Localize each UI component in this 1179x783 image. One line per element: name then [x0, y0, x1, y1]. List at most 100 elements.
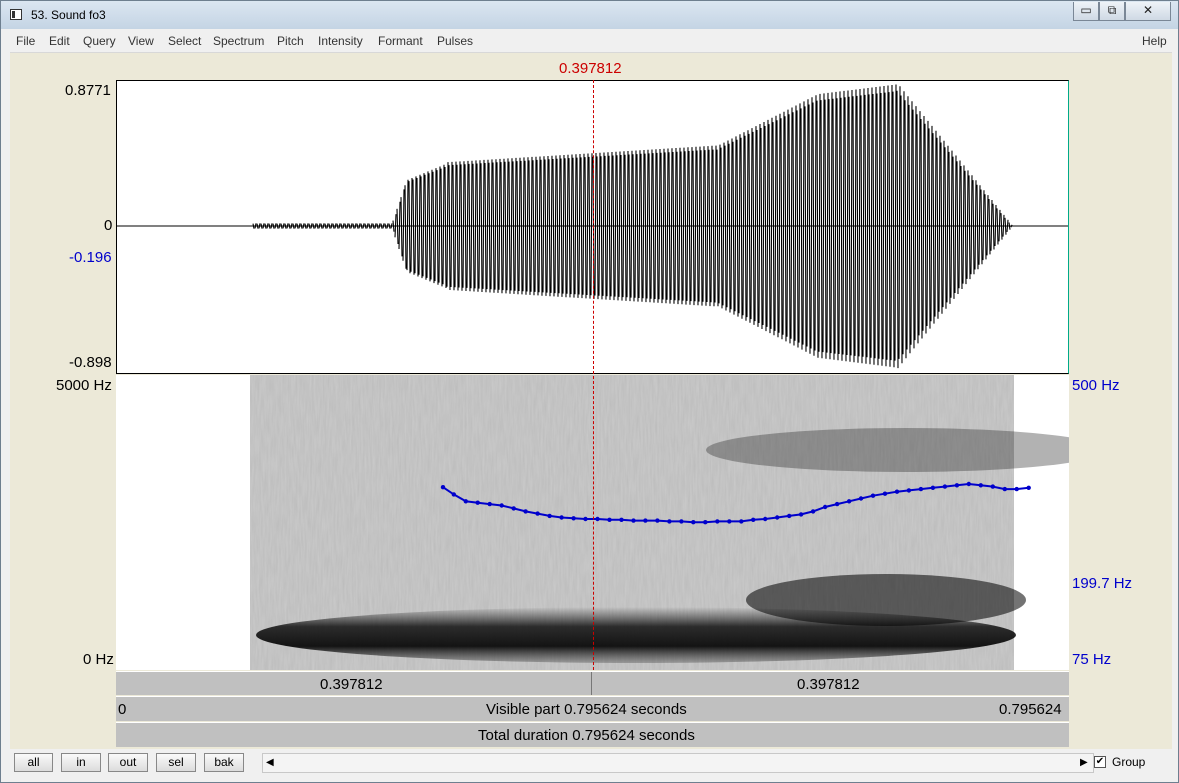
checkmark-icon: ✔: [1095, 756, 1105, 767]
pitch-point: [619, 517, 624, 522]
pitch-point: [499, 503, 504, 508]
menu-edit[interactable]: Edit: [49, 34, 70, 48]
pitch-point: [918, 486, 924, 492]
pitch-point: [463, 499, 468, 504]
window-title: 53. Sound fo3: [31, 8, 106, 22]
pitch-point: [966, 481, 971, 487]
minimize-button[interactable]: ▭: [1073, 2, 1099, 21]
close-button[interactable]: ✕: [1125, 2, 1171, 21]
pitch-min-label: 75 Hz: [1072, 651, 1112, 668]
pitch-point: [523, 509, 528, 514]
pitch-point: [691, 520, 696, 525]
scroll-right-icon[interactable]: ▶: [1080, 757, 1088, 768]
menu-pulses[interactable]: Pulses: [437, 34, 473, 48]
spectrogram-f1-energy: [746, 574, 1026, 626]
pitch-point: [607, 517, 612, 522]
left-half-duration: 0.397812: [320, 676, 383, 693]
menu-help[interactable]: Help: [1142, 34, 1167, 48]
cursor-time-bar[interactable]: 0.397812 0.397812: [116, 671, 1069, 695]
pitch-point: [763, 516, 768, 522]
praat-window-icon: [10, 9, 22, 20]
pitch-point: [870, 493, 876, 498]
pitch-point: [751, 517, 756, 522]
cursor-time-label: 0.397812: [559, 60, 622, 77]
pitch-point: [475, 500, 480, 505]
pitch-point: [487, 501, 492, 507]
menu-formant[interactable]: Formant: [378, 34, 423, 48]
pitch-point: [559, 515, 564, 520]
maximize-button[interactable]: ⧉: [1099, 2, 1125, 21]
visible-part-label: Visible part 0.795624 seconds: [486, 701, 687, 718]
pitch-point: [703, 520, 708, 525]
visible-end-time: 0.795624: [999, 701, 1062, 718]
pitch-point: [810, 509, 816, 514]
menu-spectrum[interactable]: Spectrum: [213, 34, 264, 48]
menu-pitch[interactable]: Pitch: [277, 34, 304, 48]
pitch-point: [451, 492, 456, 497]
pitch-point: [990, 484, 995, 489]
waveform-zero-label: 0: [104, 217, 113, 234]
pitch-point: [643, 518, 648, 523]
pitch-point: [1026, 485, 1031, 490]
pitch-point: [667, 519, 672, 524]
pitch-point: [846, 499, 852, 504]
zoom-all-button[interactable]: all: [14, 753, 53, 772]
menu-file[interactable]: File: [16, 34, 35, 48]
pitch-point: [739, 519, 744, 524]
pitch-cursor-label: 199.7 Hz: [1072, 575, 1133, 592]
pitch-point: [715, 519, 720, 524]
close-icon: ✕: [1142, 3, 1154, 17]
pitch-point: [583, 516, 588, 522]
maximize-icon: ⧉: [1107, 3, 1117, 17]
pitch-point: [1002, 486, 1007, 492]
time-cursor[interactable]: [593, 80, 594, 670]
pitch-point: [930, 485, 936, 490]
pitch-point: [882, 491, 888, 496]
pitch-point: [942, 484, 948, 489]
visible-start-time: 0: [118, 701, 127, 718]
zoom-in-button[interactable]: in: [61, 753, 101, 772]
menu-intensity[interactable]: Intensity: [318, 34, 363, 48]
pitch-point: [679, 519, 684, 524]
zoom-back-button[interactable]: bak: [204, 753, 244, 772]
pitch-point: [894, 489, 900, 494]
pitch-point: [858, 496, 864, 501]
waveform-cursor-value: -0.196: [69, 249, 112, 266]
pitch-point: [978, 483, 983, 488]
pitch-point: [535, 511, 540, 516]
pitch-max-label: 500 Hz: [1072, 377, 1120, 394]
pitch-point: [595, 516, 600, 522]
waveform-min-label: -0.898: [69, 354, 112, 371]
menu-view[interactable]: View: [128, 34, 154, 48]
pitch-point: [775, 515, 780, 520]
time-scrollbar[interactable]: ◀ ▶: [262, 753, 1094, 773]
zoom-selection-button[interactable]: sel: [156, 753, 196, 772]
menu-query[interactable]: Query: [83, 34, 116, 48]
sound-editor-window: 53. Sound fo3 ▭ ⧉ ✕ File Edit Query View…: [0, 0, 1179, 783]
pitch-point: [440, 485, 446, 490]
bottom-toolbar: all in out sel bak ◀ ▶: [10, 750, 1172, 778]
left-border: [1, 53, 10, 749]
pitch-point: [727, 519, 732, 524]
zoom-out-button[interactable]: out: [108, 753, 148, 772]
scroll-left-icon[interactable]: ◀: [266, 757, 274, 768]
cursor-divider: [591, 672, 592, 695]
visible-part-bar[interactable]: 0 Visible part 0.795624 seconds 0.795624: [116, 696, 1069, 721]
group-checkbox[interactable]: ✔: [1094, 756, 1106, 768]
pitch-point: [631, 518, 636, 523]
waveform-max-label: 0.8771: [65, 82, 111, 99]
pitch-point: [906, 488, 912, 493]
menu-select[interactable]: Select: [168, 34, 201, 48]
spectrogram-min-freq: 0 Hz: [83, 651, 114, 668]
spectrogram-max-freq: 5000 Hz: [56, 377, 112, 394]
pitch-point: [834, 501, 840, 507]
pitch-point: [1014, 486, 1019, 492]
menu-bar: File Edit Query View Select Spectrum Pit…: [10, 31, 1172, 53]
pitch-point: [822, 504, 828, 510]
pitch-point: [798, 512, 804, 517]
total-duration-bar[interactable]: Total duration 0.795624 seconds: [116, 722, 1069, 747]
pitch-point: [655, 518, 660, 523]
pitch-point: [511, 506, 516, 511]
title-bar[interactable]: 53. Sound fo3 ▭ ⧉ ✕: [1, 1, 1178, 29]
pitch-point: [787, 513, 792, 519]
